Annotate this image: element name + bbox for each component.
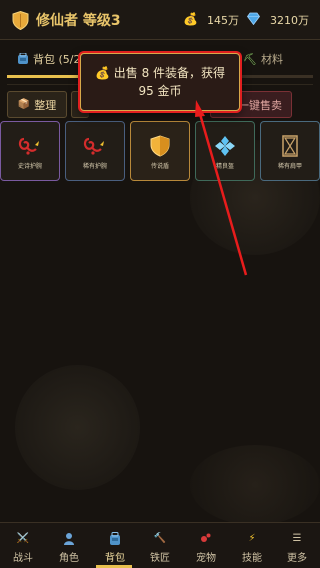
item-name: 稀有护腕: [82, 163, 107, 170]
bracer-icon: [18, 134, 42, 158]
pet-icon: [200, 531, 212, 545]
diamond-amount: 3210万: [270, 14, 309, 27]
nav-label: 战斗: [13, 553, 33, 564]
lightning-icon: ⚡: [248, 532, 256, 544]
hourglass-icon: [278, 134, 302, 158]
tab-materials-label: 材料: [260, 53, 283, 66]
item-card[interactable]: 传说盾: [130, 121, 190, 181]
tab-materials[interactable]: ⛏ 材料: [243, 51, 283, 67]
sort-button-label: 整理: [34, 98, 57, 112]
menu-icon: ☰: [292, 532, 302, 544]
nav-label: 更多: [287, 553, 307, 564]
shield-icon: [148, 134, 172, 158]
tab-backpack[interactable]: 背包 (5/2: [17, 51, 81, 67]
nav-label: 铁匠: [150, 553, 170, 564]
nav-item-character[interactable]: 角色: [46, 523, 92, 568]
nav-item-battle[interactable]: ⚔️ 战斗: [0, 523, 46, 568]
sort-button[interactable]: 📦 整理: [7, 91, 67, 118]
background-glow: [190, 445, 320, 525]
tab-backpack-label: 背包 (5/2: [33, 53, 81, 66]
nav-label: 宠物: [196, 553, 216, 564]
background-glow: [15, 365, 140, 490]
item-card[interactable]: 史诗护腕: [0, 121, 60, 181]
diamond-icon: [247, 12, 260, 25]
crossed-swords-icon: ⚔️: [16, 532, 30, 544]
shield-icon: [12, 11, 29, 30]
gold-amount: 145万: [207, 14, 239, 27]
top-status-bar: 修仙者 等级3 💰 145万 3210万: [0, 0, 320, 40]
sale-toast: 💰 出售 8 件装备，获得 95 金币: [80, 53, 240, 111]
backpack-icon: [18, 53, 28, 64]
nav-item-blacksmith[interactable]: 🔨 铁匠: [137, 523, 183, 568]
item-card[interactable]: 精良盔: [195, 121, 255, 181]
bracer-icon: [83, 134, 107, 158]
item-name: 稀有肩甲: [277, 163, 302, 170]
item-card[interactable]: 稀有肩甲: [260, 121, 320, 181]
item-card[interactable]: 稀有护腕: [65, 121, 125, 181]
hammer-icon: 🔨: [153, 532, 167, 544]
toast-message: 出售 8 件装备，获得 95 金币: [113, 66, 226, 98]
nav-item-pets[interactable]: 宠物: [183, 523, 229, 568]
nav-label: 背包: [105, 553, 125, 564]
gem-icon: [213, 134, 237, 158]
item-name: 传说盾: [150, 163, 169, 170]
sell-all-button-label: 一键售卖: [238, 98, 282, 112]
nav-item-more[interactable]: ☰ 更多: [274, 523, 320, 568]
box-icon: 📦: [17, 99, 31, 110]
nav-label: 角色: [59, 553, 79, 564]
item-name: 精良盔: [215, 163, 234, 170]
nav-label: 技能: [242, 553, 262, 564]
pickaxe-icon: ⛏: [243, 53, 257, 66]
nav-item-skills[interactable]: ⚡ 技能: [229, 523, 275, 568]
item-name: 史诗护腕: [17, 163, 42, 170]
money-bag-icon: 💰: [94, 66, 114, 80]
bottom-navigation: ⚔️ 战斗 角色 背包 🔨 铁匠 宠物 ⚡ 技能 ☰ 更多: [0, 522, 320, 568]
person-icon: [63, 531, 75, 545]
backpack-icon: [109, 531, 121, 545]
player-title: 修仙者 等级3: [36, 13, 121, 29]
money-bag-icon: 💰: [183, 12, 198, 26]
nav-item-backpack[interactable]: 背包: [92, 523, 138, 568]
